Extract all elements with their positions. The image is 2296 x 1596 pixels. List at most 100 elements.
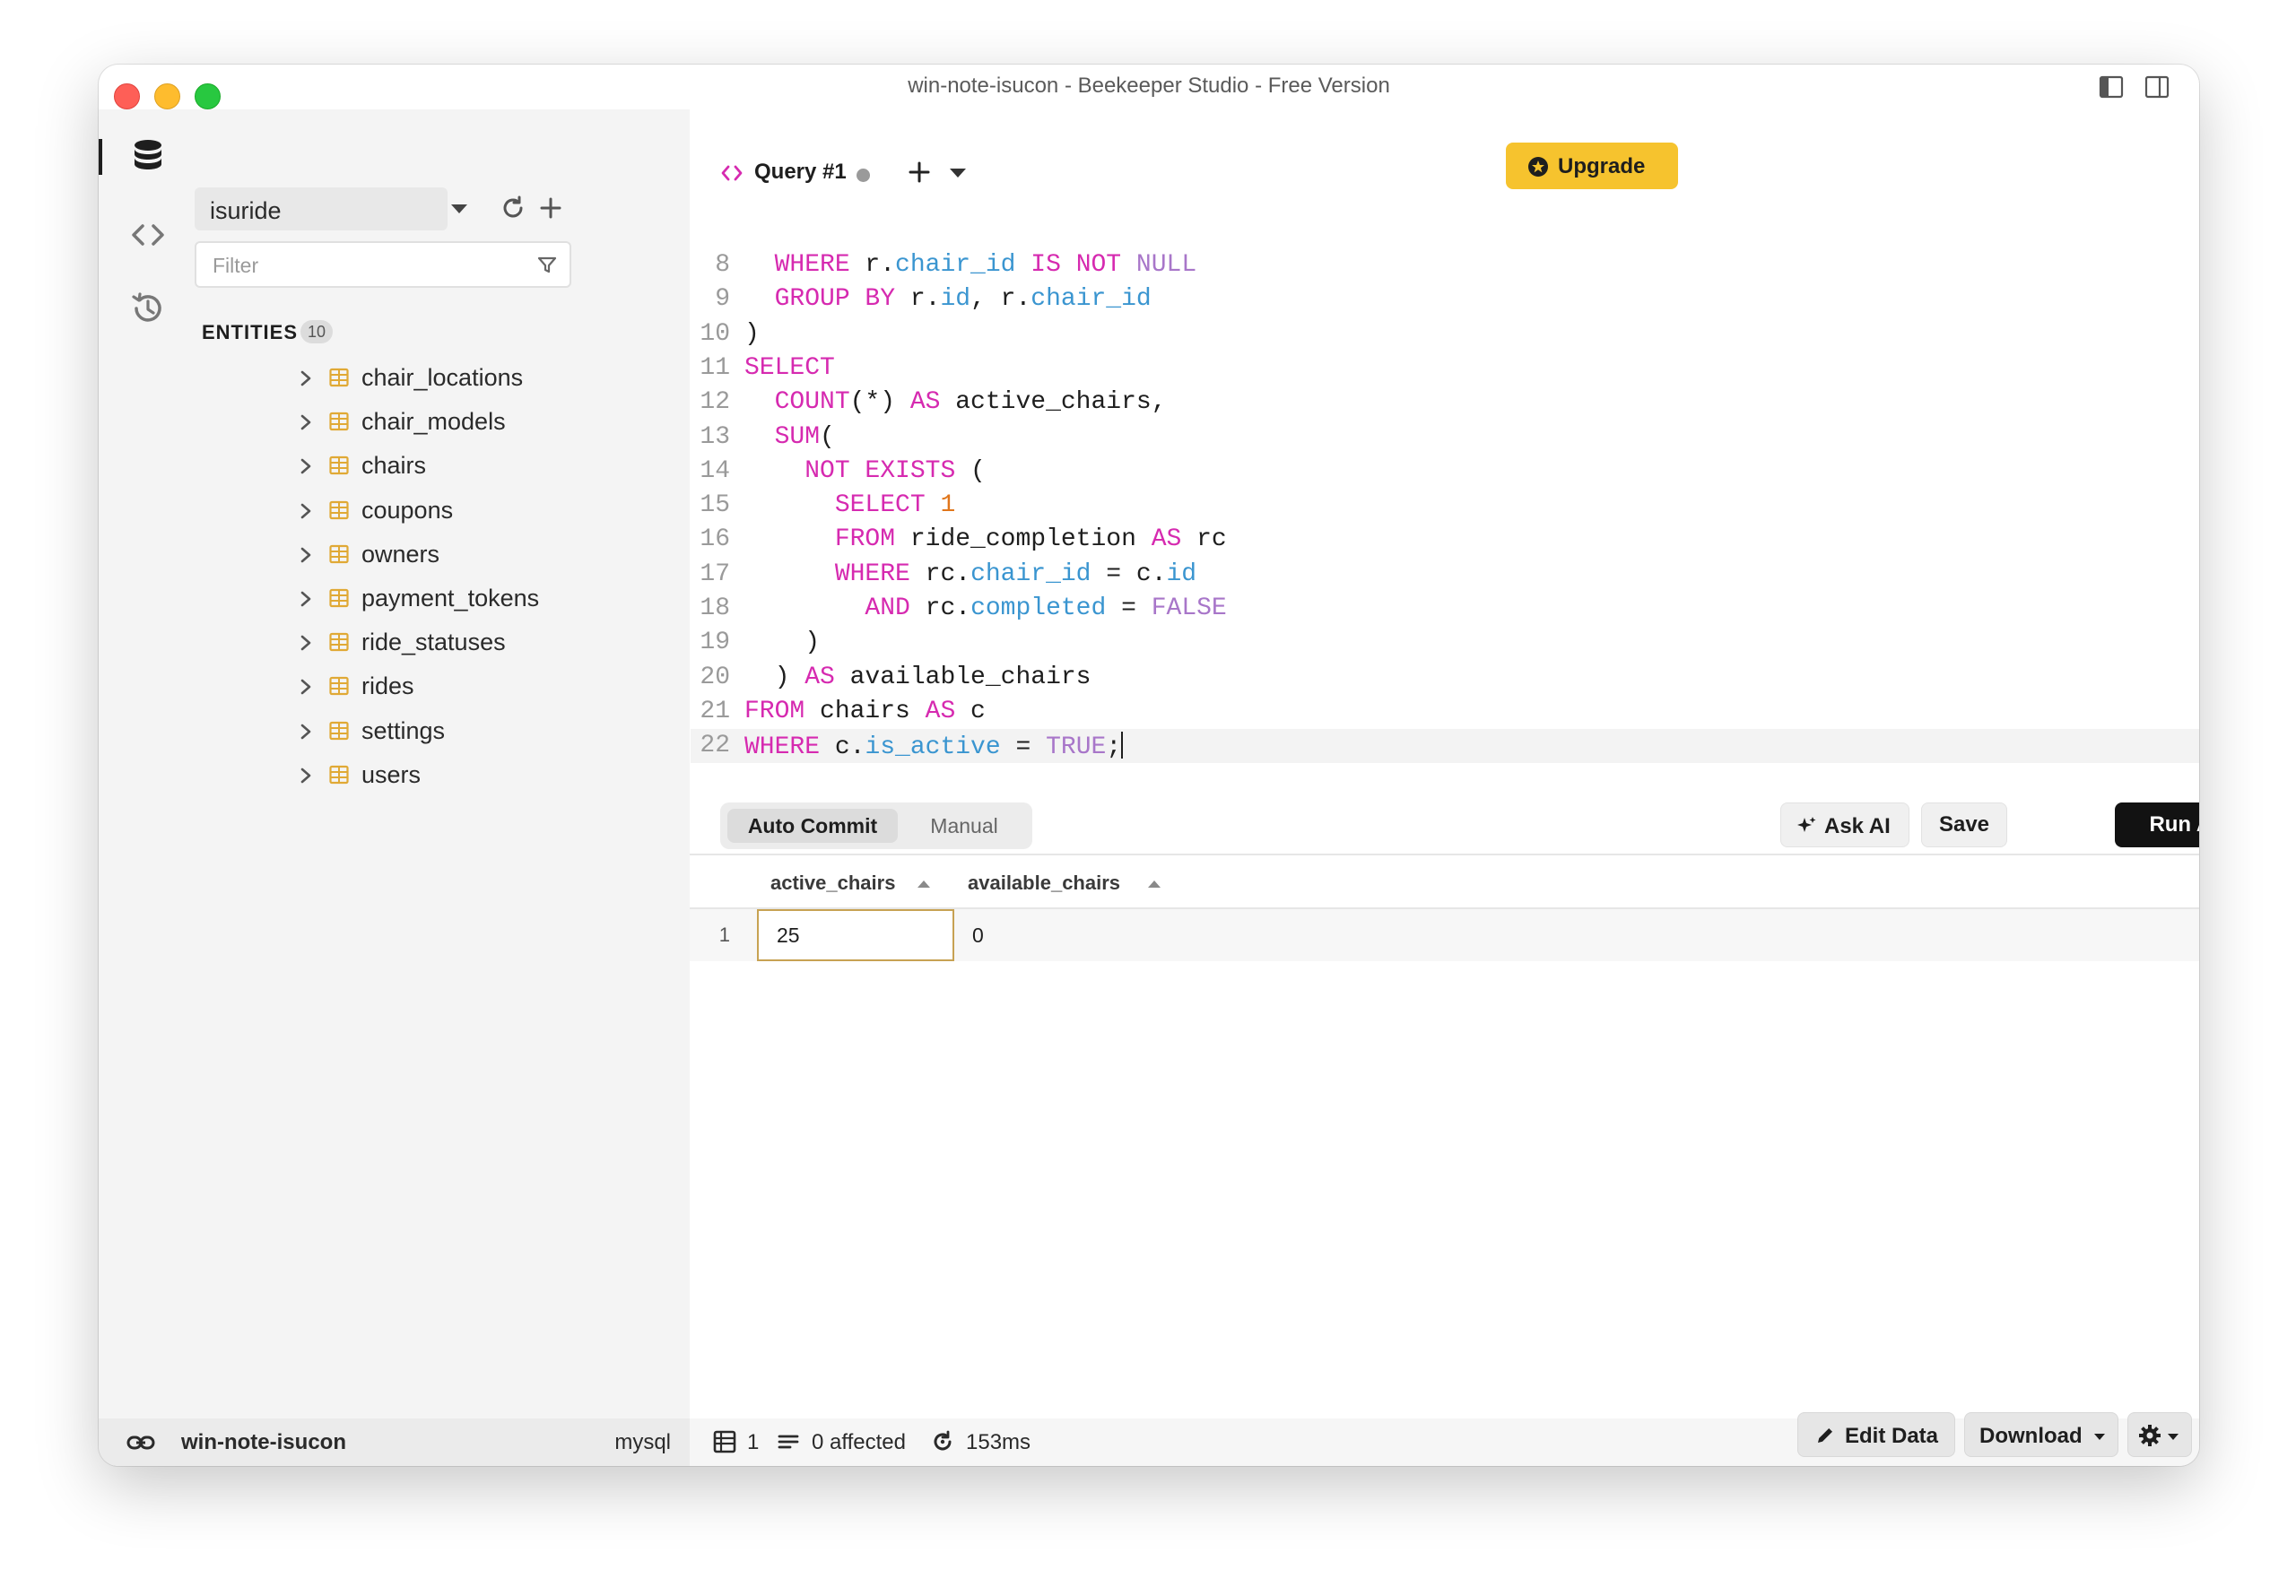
chevron-right-icon[interactable]	[298, 590, 314, 608]
gear-icon	[2139, 1425, 2161, 1446]
code-line[interactable]: 15 SELECT 1	[691, 489, 2199, 523]
manual-commit-option[interactable]: Manual	[909, 809, 1020, 843]
code-line[interactable]: 22 WHERE c.is_active = TRUE;	[691, 729, 2199, 764]
table-cell[interactable]: 0	[954, 909, 1313, 961]
entity-item[interactable]: settings	[197, 710, 690, 753]
code-line[interactable]: 13 SUM(	[691, 421, 2199, 455]
chevron-right-icon[interactable]	[298, 369, 314, 387]
upgrade-button[interactable]: Upgrade	[1506, 143, 1678, 189]
tab-menu-chevron-icon[interactable]	[950, 169, 966, 178]
chevron-right-icon[interactable]	[298, 723, 314, 741]
entity-item[interactable]: rides	[197, 665, 690, 708]
database-icon[interactable]	[128, 136, 168, 176]
run-all-button[interactable]: Run All	[2115, 802, 2199, 847]
ask-ai-button[interactable]: Ask AI	[1780, 802, 1909, 847]
tab-query-1[interactable]: Query #1	[700, 134, 880, 213]
code-token: COUNT	[774, 388, 850, 417]
code-token: WHERE	[834, 559, 910, 588]
chevron-right-icon[interactable]	[298, 546, 314, 564]
unsaved-indicator	[857, 169, 870, 182]
code-line[interactable]: 17 WHERE rc.chair_id = c.id	[691, 558, 2199, 592]
toggle-right-panel-icon[interactable]	[2144, 74, 2170, 100]
entity-name: settings	[361, 716, 446, 744]
column-header-available-chairs[interactable]: available_chairs	[968, 872, 1120, 895]
code-token: AND	[865, 594, 910, 622]
save-button[interactable]: Save	[1921, 802, 2007, 847]
code-token: SELECT	[834, 491, 926, 520]
entity-item[interactable]: chair_models	[197, 401, 690, 444]
edit-data-button[interactable]: Edit Data	[1797, 1412, 1955, 1457]
code-token: FROM	[834, 525, 896, 554]
chevron-right-icon[interactable]	[298, 413, 314, 431]
code-line[interactable]: 18 AND rc.completed = FALSE	[691, 592, 2199, 626]
code-line[interactable]: 8 WHERE r.chair_id IS NOT NULL	[691, 248, 2199, 282]
code-line[interactable]: 19 )	[691, 626, 2199, 660]
sql-editor[interactable]: 8 WHERE r.chair_id IS NOT NULL 9 GROUP BY…	[691, 248, 2199, 773]
sort-ascending-icon[interactable]	[1148, 880, 1161, 888]
code-line[interactable]: 11 SELECT	[691, 351, 2199, 386]
code-token: completed	[970, 594, 1107, 622]
line-number: 19	[700, 629, 730, 657]
chevron-right-icon[interactable]	[298, 457, 314, 475]
table-icon	[329, 368, 349, 387]
line-number: 21	[700, 697, 730, 725]
code-token: rc.	[909, 594, 971, 622]
status-connection-name: win-note-isucon	[181, 1430, 346, 1454]
code-token: )	[744, 319, 760, 348]
code-token: r.	[895, 285, 941, 314]
table-cell[interactable]: 25	[757, 909, 954, 961]
app-window: win-note-isucon - Beekeeper Studio - Fre…	[99, 65, 2199, 1466]
line-number: 12	[700, 388, 730, 417]
entity-name: rides	[361, 672, 414, 700]
code-token: c.	[820, 733, 865, 762]
code-icon[interactable]	[128, 215, 168, 255]
code-token: =	[1106, 594, 1152, 622]
entity-item[interactable]: owners	[197, 533, 690, 577]
entity-item[interactable]: chair_locations	[197, 357, 690, 400]
refresh-icon[interactable]	[498, 193, 528, 223]
settings-menu-button[interactable]	[2127, 1412, 2192, 1457]
entity-item[interactable]: ride_statuses	[197, 621, 690, 664]
table-icon	[329, 456, 349, 475]
auto-commit-option[interactable]: Auto Commit	[727, 809, 898, 843]
filter-input[interactable]	[204, 248, 537, 282]
sort-ascending-icon[interactable]	[918, 880, 930, 888]
chevron-right-icon[interactable]	[298, 678, 314, 696]
tab-label: Query #1	[754, 160, 847, 184]
code-token: available_chairs	[834, 663, 1091, 691]
results-header: active_chairs available_chairs	[690, 854, 2199, 909]
code-line[interactable]: 16 FROM ride_completion AS rc	[691, 523, 2199, 557]
code-line[interactable]: 9 GROUP BY r.id, r.chair_id	[691, 282, 2199, 317]
toggle-left-panel-icon[interactable]	[2098, 74, 2125, 100]
filter-icon[interactable]	[535, 254, 559, 277]
code-line[interactable]: 12 COUNT(*) AS active_chairs,	[691, 386, 2199, 420]
line-number: 18	[700, 594, 730, 622]
entity-item[interactable]: users	[197, 754, 690, 797]
entity-item[interactable]: payment_tokens	[197, 577, 690, 620]
rail-active-indicator	[99, 139, 102, 175]
pencil-icon	[1818, 1428, 1832, 1443]
code-line[interactable]: 20 ) AS available_chairs	[691, 661, 2199, 695]
column-header-active-chairs[interactable]: active_chairs	[770, 872, 895, 895]
entity-item[interactable]: chairs	[197, 445, 690, 488]
code-token: NOT EXISTS	[804, 456, 956, 485]
chevron-down-icon[interactable]	[451, 204, 467, 213]
add-icon[interactable]	[535, 193, 566, 223]
download-button[interactable]: Download	[1964, 1412, 2118, 1457]
entity-item[interactable]: coupons	[197, 490, 690, 533]
code-token: SELECT	[744, 353, 835, 382]
code-token: chair_id	[895, 251, 1016, 279]
chevron-right-icon[interactable]	[298, 502, 314, 520]
code-line[interactable]: 10)	[691, 317, 2199, 351]
history-icon[interactable]	[128, 289, 168, 328]
new-tab-icon[interactable]	[905, 158, 934, 186]
chevron-right-icon[interactable]	[298, 767, 314, 785]
code-token: c	[955, 697, 986, 725]
code-line[interactable]: 21 FROM chairs AS c	[691, 695, 2199, 729]
chevron-right-icon[interactable]	[298, 634, 314, 652]
line-number: 11	[700, 353, 730, 382]
code-line[interactable]: 14 NOT EXISTS (	[691, 455, 2199, 489]
